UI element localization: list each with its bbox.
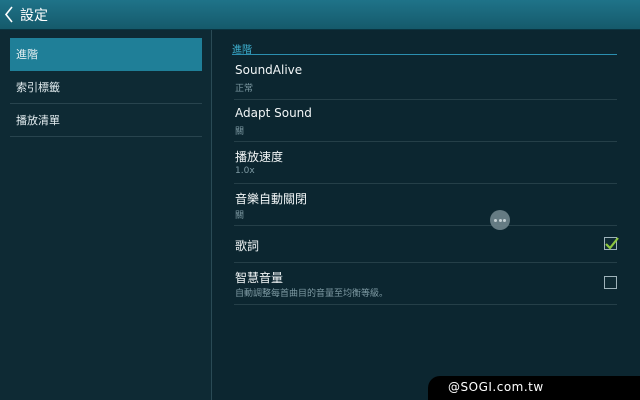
setting-soundalive[interactable]: SoundAlive 正常 bbox=[234, 57, 617, 100]
setting-lyrics[interactable]: 歌詞 bbox=[234, 226, 619, 263]
lyrics-checkbox[interactable] bbox=[604, 237, 619, 250]
sidebar-item-label: 索引標籤 bbox=[16, 81, 60, 94]
more-options-icon[interactable] bbox=[490, 210, 510, 230]
smart-volume-checkbox[interactable] bbox=[604, 276, 617, 289]
setting-value: 1.0x bbox=[235, 166, 255, 176]
sidebar-item-label: 進階 bbox=[16, 48, 38, 61]
checkmark-icon bbox=[605, 237, 619, 250]
sidebar-item-playlists[interactable]: 播放清單 bbox=[10, 104, 202, 137]
setting-label: SoundAlive bbox=[235, 63, 303, 77]
sidebar-item-advanced[interactable]: 進階 bbox=[10, 38, 202, 71]
back-icon[interactable] bbox=[4, 6, 14, 23]
setting-music-auto-off[interactable]: 音樂自動關閉 關 bbox=[234, 184, 617, 226]
setting-playback-speed[interactable]: 播放速度 1.0x bbox=[234, 142, 617, 184]
setting-value: 關 bbox=[235, 211, 245, 221]
setting-value: 關 bbox=[235, 127, 245, 137]
section-divider bbox=[232, 54, 617, 55]
watermark: @SOGI.com.tw bbox=[428, 376, 640, 400]
sidebar: 進階 索引標籤 播放清單 bbox=[0, 30, 212, 400]
setting-adapt-sound[interactable]: Adapt Sound 關 bbox=[234, 100, 617, 142]
setting-value: 正常 bbox=[235, 84, 254, 94]
watermark-text: @SOGI.com.tw bbox=[448, 380, 544, 394]
sidebar-item-index-tabs[interactable]: 索引標籤 bbox=[10, 71, 202, 104]
setting-label: 智慧音量 bbox=[235, 271, 284, 285]
setting-description: 自動調整每首曲目的音量至均衡等級。 bbox=[235, 289, 389, 299]
setting-label: 播放速度 bbox=[235, 150, 284, 164]
page-title: 設定 bbox=[20, 8, 48, 24]
setting-label: 歌詞 bbox=[235, 239, 260, 253]
sidebar-item-label: 播放清單 bbox=[16, 114, 60, 127]
setting-label: 音樂自動關閉 bbox=[235, 192, 308, 206]
settings-panel: 進階 SoundAlive 正常 Adapt Sound 關 播放速度 1.0x… bbox=[212, 30, 640, 400]
title-bar: 設定 bbox=[0, 0, 640, 30]
setting-label: Adapt Sound bbox=[235, 106, 312, 120]
setting-smart-volume[interactable]: 智慧音量 自動調整每首曲目的音量至均衡等級。 bbox=[234, 263, 617, 305]
